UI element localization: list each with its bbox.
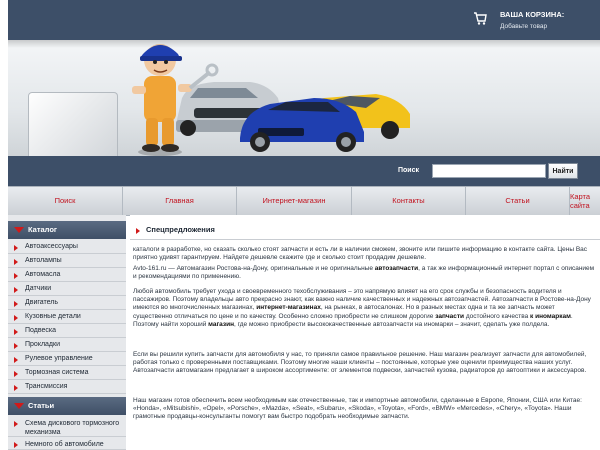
sidebar-article-label: Немного об автомобиле bbox=[25, 441, 104, 448]
sidebar-article-about-car[interactable]: Немного об автомобиле bbox=[8, 438, 126, 450]
bullet-icon bbox=[14, 385, 18, 391]
keyword-link: запчасти bbox=[435, 312, 465, 320]
text: достойного качества bbox=[464, 312, 531, 320]
search-bar: Поиск Найти bbox=[8, 156, 600, 186]
articles-title: Статьи bbox=[28, 401, 55, 410]
sidebar-item-steering[interactable]: Рулевое управление bbox=[8, 353, 126, 366]
bullet-icon bbox=[14, 259, 18, 265]
sidebar-item-label: Прокладки bbox=[25, 341, 60, 348]
sidebar-item-label: Автолампы bbox=[25, 257, 62, 264]
keyword-link: автозапчасти bbox=[374, 265, 419, 272]
keyword-link: к иномаркам bbox=[530, 312, 571, 320]
sidebar-item-sensors[interactable]: Датчики bbox=[8, 283, 126, 296]
catalog-title: Каталог bbox=[28, 225, 58, 234]
catalog-header: Каталог bbox=[8, 221, 126, 239]
sidebar-item-label: Подвеска bbox=[25, 327, 56, 334]
sidebar-item-label: Датчики bbox=[25, 285, 52, 292]
sidebar-item-accessories[interactable]: Автоаксессуары bbox=[8, 241, 126, 254]
cart-subtitle: Добавьте товар bbox=[500, 23, 548, 30]
header: ВАША КОРЗИНА: Добавьте товар Поиск Найти bbox=[8, 0, 600, 187]
sidebar-item-label: Трансмиссия bbox=[25, 383, 68, 390]
bullet-icon bbox=[14, 421, 18, 427]
sidebar-item-transmission[interactable]: Трансмиссия bbox=[8, 381, 126, 394]
nav-item-search[interactable]: Поиск bbox=[8, 187, 123, 215]
sidebar-article-brake-scheme[interactable]: Схема дискового тормозного механизма bbox=[8, 417, 126, 437]
cart-widget[interactable]: ВАША КОРЗИНА: Добавьте товар bbox=[468, 6, 598, 36]
bullet-icon bbox=[14, 301, 18, 307]
bullet-icon bbox=[14, 273, 18, 279]
search-submit-button[interactable]: Найти bbox=[548, 163, 578, 179]
paragraph-catalogs: каталоги в разработке, но сказать скольк… bbox=[133, 246, 588, 262]
articles-header: Статьи bbox=[8, 397, 126, 415]
text: , где можно приобрести высококачественны… bbox=[234, 320, 550, 328]
main-nav: Поиск Главная Интернет-магазин Контакты … bbox=[8, 186, 600, 216]
nav-item-shop[interactable]: Интернет-магазин bbox=[237, 187, 352, 215]
page: ВАША КОРЗИНА: Добавьте товар Поиск Найти… bbox=[0, 0, 600, 450]
sidebar-item-label: Двигатель bbox=[25, 299, 59, 306]
keyword-link: интернет-магазинах bbox=[256, 304, 321, 312]
nav-item-articles[interactable]: Статьи bbox=[466, 187, 570, 215]
content-header: Спецпредложения bbox=[130, 223, 600, 240]
cart-icon bbox=[474, 12, 487, 25]
bullet-icon bbox=[14, 357, 18, 363]
bottom-fade bbox=[130, 427, 600, 450]
sidebar-item-label: Кузовные детали bbox=[25, 313, 81, 320]
paragraph-decision: Если вы решили купить запчасти для автом… bbox=[133, 351, 587, 375]
sidebar-item-label: Тормозная система bbox=[25, 369, 89, 376]
nav-item-home[interactable]: Главная bbox=[123, 187, 237, 215]
bullet-icon bbox=[14, 245, 18, 251]
nav-item-sitemap[interactable]: Карта сайта bbox=[570, 187, 600, 215]
sidebar-item-gaskets[interactable]: Прокладки bbox=[8, 339, 126, 352]
bullet-icon bbox=[14, 371, 18, 377]
bullet-icon bbox=[14, 343, 18, 349]
search-label: Поиск bbox=[398, 167, 420, 174]
bullet-icon bbox=[14, 329, 18, 335]
paragraph-service: Любой автомобиль требует ухода и своевре… bbox=[133, 288, 595, 329]
triangle-down-icon bbox=[14, 403, 24, 409]
sidebar-item-engine[interactable]: Двигатель bbox=[8, 297, 126, 310]
text: Avto-161.ru — Автомагазин Ростова-на-Дон… bbox=[133, 265, 375, 272]
triangle-down-icon bbox=[14, 227, 24, 233]
banner-image bbox=[8, 40, 600, 187]
keyword-link: магазин bbox=[208, 320, 235, 328]
paragraph-intro: Avto-161.ru — Автомагазин Ростова-на-Дон… bbox=[133, 265, 595, 281]
banner-shadow bbox=[8, 40, 600, 48]
sidebar-article-label: Схема дискового тормозного механизма bbox=[25, 420, 120, 436]
sidebar-item-body-parts[interactable]: Кузовные детали bbox=[8, 311, 126, 324]
sidebar-item-label: Автомасла bbox=[25, 271, 61, 278]
search-input[interactable] bbox=[432, 164, 546, 178]
bullet-icon bbox=[14, 315, 18, 321]
sidebar-item-lamps[interactable]: Автолампы bbox=[8, 255, 126, 268]
bullet-icon bbox=[14, 287, 18, 293]
sidebar: Каталог Автоаксессуары Автолампы Автомас… bbox=[8, 215, 126, 450]
sidebar-item-suspension[interactable]: Подвеска bbox=[8, 325, 126, 338]
cars-mascot-illustration bbox=[132, 44, 410, 156]
main-content: Спецпредложения каталоги в разработке, н… bbox=[130, 215, 600, 450]
content-title: Спецпредложения bbox=[146, 225, 215, 234]
sidebar-item-brakes[interactable]: Тормозная система bbox=[8, 367, 126, 380]
sidebar-item-label: Автоаксессуары bbox=[25, 243, 78, 250]
sidebar-item-oils[interactable]: Автомасла bbox=[8, 269, 126, 282]
paragraph-brands: Наш магазин готов обеспечить всем необхо… bbox=[133, 397, 582, 421]
bullet-icon bbox=[14, 442, 18, 448]
nav-item-contacts[interactable]: Контакты bbox=[352, 187, 466, 215]
sidebar-item-label: Рулевое управление bbox=[25, 355, 93, 362]
bullet-icon bbox=[136, 228, 140, 234]
cart-title: ВАША КОРЗИНА: bbox=[500, 10, 565, 19]
